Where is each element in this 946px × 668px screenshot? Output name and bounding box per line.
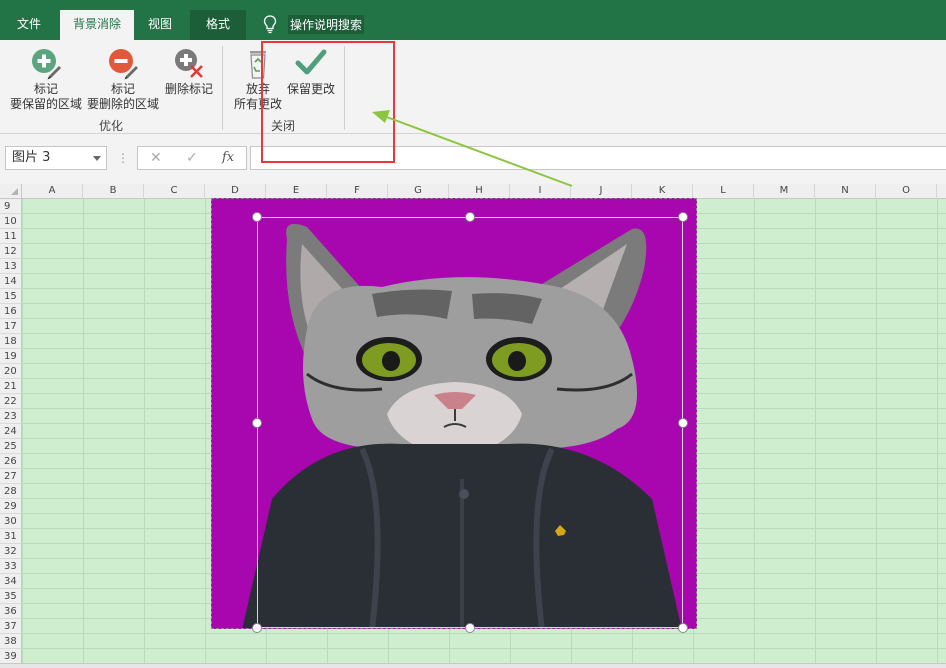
annotation-arrow: [372, 110, 573, 187]
